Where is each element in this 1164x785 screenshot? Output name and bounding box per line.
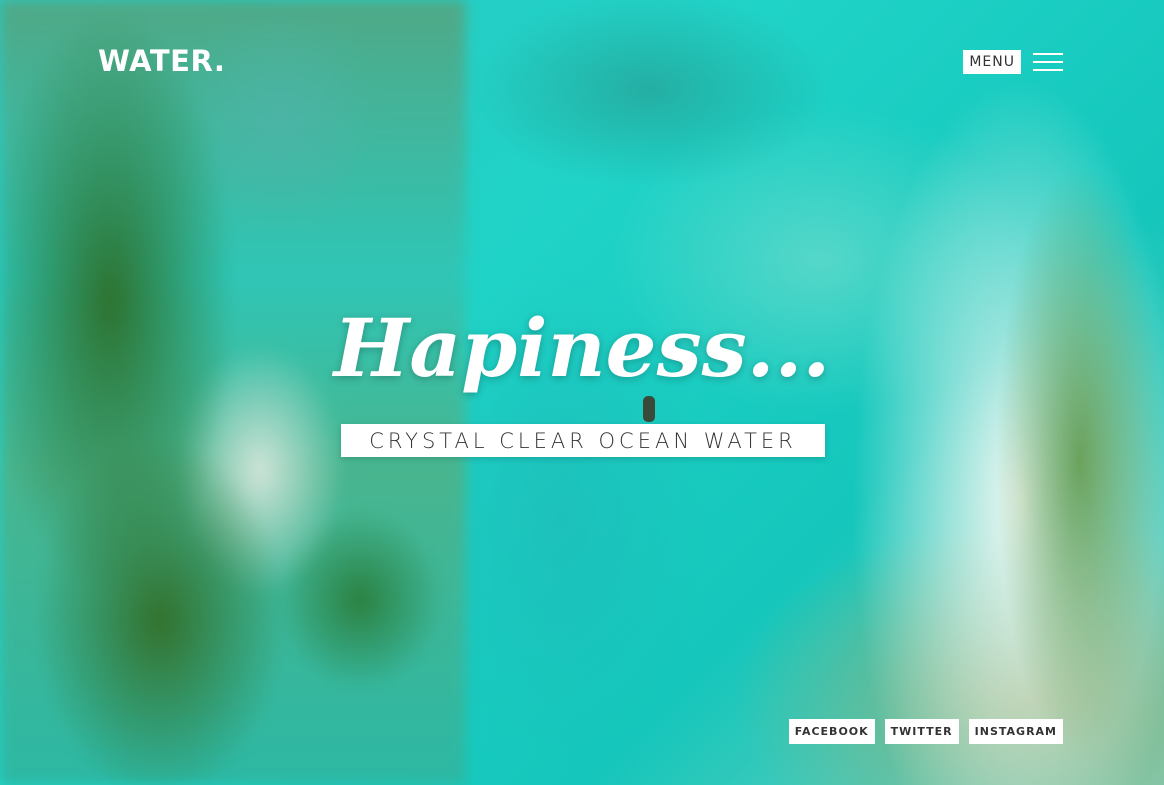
boat-image xyxy=(643,396,655,422)
menu-label[interactable]: MENU xyxy=(963,50,1021,74)
instagram-link[interactable]: INSTAGRAM xyxy=(968,719,1063,744)
hamburger-icon[interactable] xyxy=(1033,50,1063,74)
twitter-link[interactable]: TWITTER xyxy=(884,719,959,744)
facebook-link[interactable]: FACEBOOK xyxy=(788,719,875,744)
site-logo[interactable]: WATER. xyxy=(98,44,225,78)
menu-toggle[interactable]: MENU xyxy=(963,50,1063,74)
social-links: FACEBOOK TWITTER INSTAGRAM xyxy=(788,719,1063,744)
hero-title: Hapiness... xyxy=(333,301,831,395)
hero-subtitle: CRYSTAL CLEAR OCEAN WATER xyxy=(341,424,825,457)
